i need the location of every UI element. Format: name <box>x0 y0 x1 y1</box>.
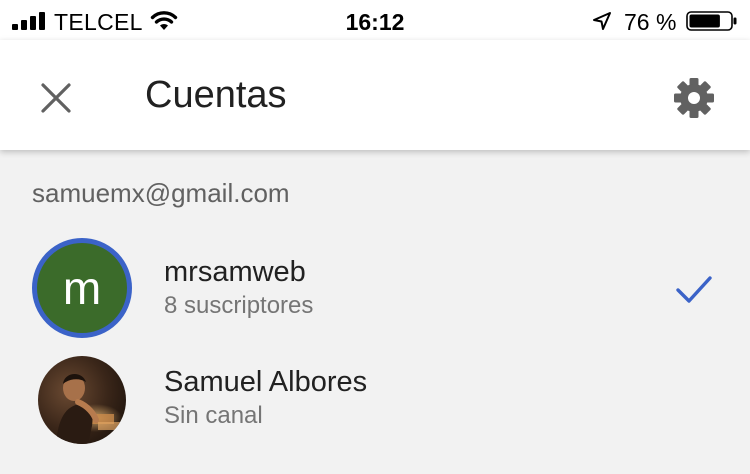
channel-name: Samuel Albores <box>164 366 368 398</box>
app-bar: Cuentas <box>0 40 750 150</box>
page-title: Cuentas <box>145 74 287 116</box>
channel-item-mrsamweb[interactable]: m mrsamweb 8 suscriptores <box>0 232 750 346</box>
avatar <box>38 356 126 444</box>
avatar-letter: m <box>62 262 102 314</box>
location-arrow-icon <box>593 12 611 30</box>
checkmark-icon <box>676 276 712 303</box>
close-icon <box>41 83 71 113</box>
gear-icon <box>674 78 714 118</box>
settings-button[interactable] <box>668 72 720 124</box>
battery-icon <box>686 11 737 31</box>
account-email: samuemx@gmail.com <box>32 178 290 208</box>
avatar: m <box>32 238 132 338</box>
battery-percent: 76 % <box>624 9 677 35</box>
channel-subscribers: 8 suscriptores <box>164 292 314 319</box>
channel-name: mrsamweb <box>164 256 306 288</box>
profile-photo <box>38 356 126 444</box>
channel-status: Sin canal <box>164 402 263 429</box>
channel-item-samuel-albores[interactable]: Samuel Albores Sin canal <box>0 346 750 450</box>
status-bar: TELCEL 16:12 76 % <box>0 0 750 40</box>
close-button[interactable] <box>30 72 82 124</box>
